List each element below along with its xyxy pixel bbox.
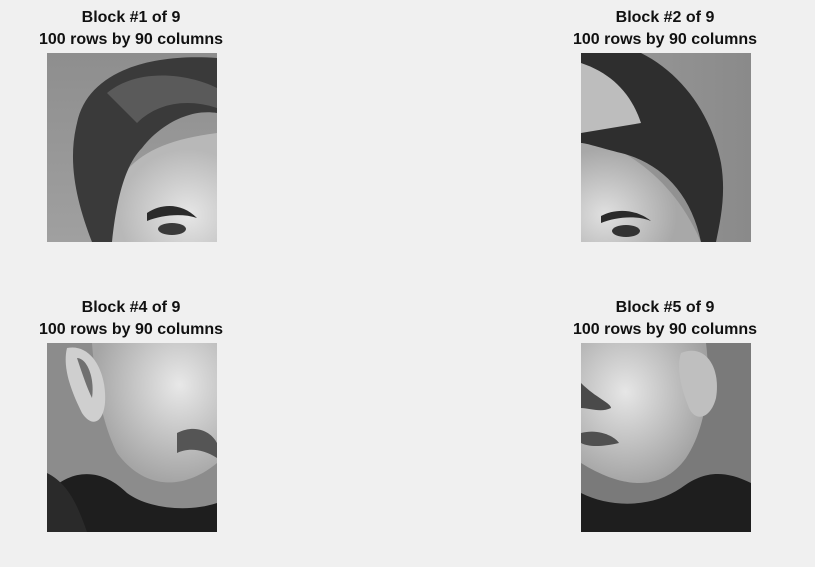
block-2-subtitle: 100 rows by 90 columns xyxy=(572,31,758,48)
block-5-title: Block #5 of 9 xyxy=(615,299,715,316)
block-2-image xyxy=(581,53,751,242)
block-4-image xyxy=(47,343,217,532)
block-4-title: Block #4 of 9 xyxy=(81,299,181,316)
block-5-subtitle: 100 rows by 90 columns xyxy=(572,321,758,338)
subplot-block-1: Block #1 of 9 100 rows by 90 columns xyxy=(16,7,246,51)
block-1-title: Block #1 of 9 xyxy=(81,9,181,26)
block-4-subtitle: 100 rows by 90 columns xyxy=(38,321,224,338)
block-2-title: Block #2 of 9 xyxy=(615,9,715,26)
block-1-subtitle: 100 rows by 90 columns xyxy=(38,31,224,48)
block-1-image xyxy=(47,53,217,242)
subplot-block-4: Block #4 of 9 100 rows by 90 columns xyxy=(16,297,246,341)
subplot-block-2: Block #2 of 9 100 rows by 90 columns xyxy=(550,7,780,51)
block-5-image xyxy=(581,343,751,532)
figure-window: Block #1 of 9 100 rows by 90 columns Blo… xyxy=(0,0,815,567)
subplot-block-5: Block #5 of 9 100 rows by 90 columns xyxy=(550,297,780,341)
